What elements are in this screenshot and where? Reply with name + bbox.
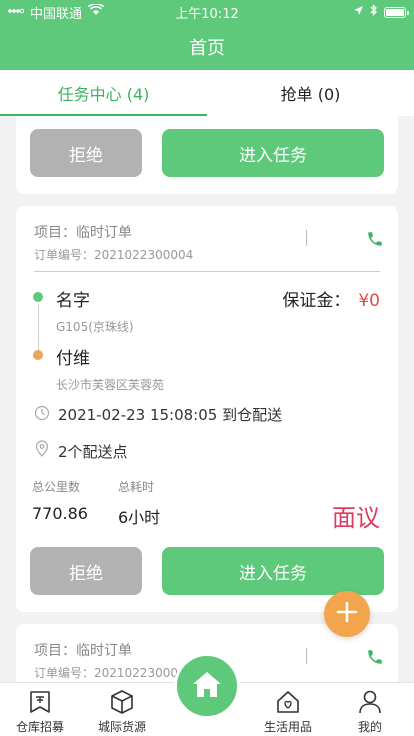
origin-detail: G105(京珠线)	[56, 320, 134, 334]
home-button[interactable]	[174, 653, 240, 719]
phone-icon[interactable]	[366, 648, 384, 666]
tab-task-center[interactable]: 任务中心 (4)	[0, 70, 207, 116]
task-card: 项目：临时订单 订单编号：2021022300004 名字 保证金： ¥0 G10…	[16, 206, 398, 612]
separator	[306, 230, 307, 246]
home-icon	[191, 669, 223, 703]
clock: 上午10:12	[175, 6, 239, 22]
order-number: 订单编号：2021022300004	[34, 248, 194, 262]
status-right	[353, 3, 409, 20]
plus-icon	[335, 600, 359, 628]
duration-label: 总耗时	[118, 480, 155, 494]
distance-label: 总公里数	[32, 480, 81, 494]
origin-dot	[33, 292, 43, 302]
destination-name: 付维	[56, 349, 90, 369]
nav-bar: 首页	[0, 24, 414, 70]
project-name: 项目：临时订单	[34, 643, 132, 659]
price-negotiable: 面议	[332, 504, 380, 532]
bluetooth-icon	[370, 3, 378, 20]
tab-bar: 任务中心 (4) 抢单 (0)	[0, 70, 414, 116]
warehouse-icon	[30, 691, 50, 713]
cube-icon	[111, 690, 133, 714]
delivery-points: 2个配送点	[58, 442, 128, 461]
destination-dot	[33, 350, 43, 360]
carrier-name: 中国联通	[30, 6, 83, 22]
location-arrow-icon	[353, 5, 364, 20]
card-actions: 拒绝 进入任务	[30, 129, 384, 177]
card-divider	[34, 271, 380, 272]
signal-icon	[8, 5, 25, 20]
reject-button[interactable]: 拒绝	[30, 547, 142, 595]
status-bar: 中国联通 上午10:12	[0, 0, 414, 24]
route-line	[38, 304, 39, 352]
battery-icon	[384, 6, 409, 18]
project-name: 项目：临时订单	[34, 225, 132, 241]
nav-label: 城际货源	[97, 720, 146, 734]
user-icon	[359, 690, 381, 714]
deposit: 保证金： ¥0	[282, 286, 380, 311]
add-button[interactable]	[324, 591, 370, 637]
phone-icon[interactable]	[366, 230, 384, 248]
destination-detail: 长沙市芙蓉区芙蓉苑	[56, 378, 165, 392]
nav-label: 我的	[357, 720, 382, 734]
nav-item-daily-goods[interactable]: 生活用品	[248, 683, 328, 736]
page-title: 首页	[189, 38, 225, 59]
delivery-time-row: 2021-02-23 15:08:05 到仓配送	[34, 404, 282, 425]
nav-item-profile[interactable]: 我的	[330, 683, 410, 736]
nav-label: 生活用品	[263, 720, 312, 734]
deposit-label: 保证金：	[282, 291, 351, 311]
card-actions: 拒绝 进入任务	[30, 547, 384, 595]
nav-item-warehouse[interactable]: 仓库招募	[0, 683, 80, 736]
separator	[306, 648, 307, 664]
delivery-points-row: 2个配送点	[34, 440, 128, 462]
status-left: 中国联通	[8, 3, 105, 22]
enter-task-button[interactable]: 进入任务	[162, 547, 384, 595]
map-pin-icon	[34, 440, 50, 462]
task-card: 拒绝 进入任务	[16, 116, 398, 194]
reject-button[interactable]: 拒绝	[30, 129, 142, 177]
nav-item-intercity-cargo[interactable]: 城际货源	[82, 683, 162, 736]
deposit-amount: ¥0	[358, 291, 380, 311]
origin-name: 名字	[56, 291, 90, 311]
home-heart-icon	[277, 691, 299, 713]
tab-grab-orders[interactable]: 抢单 (0)	[207, 70, 414, 116]
order-number: 订单编号：20210223000	[34, 666, 178, 680]
distance-value: 770.86	[32, 504, 88, 523]
nav-label: 仓库招募	[15, 720, 64, 734]
wifi-icon	[87, 3, 105, 20]
duration-value: 6小时	[118, 508, 161, 527]
enter-task-button[interactable]: 进入任务	[162, 129, 384, 177]
clock-icon	[34, 405, 50, 425]
delivery-time: 2021-02-23 15:08:05 到仓配送	[58, 406, 283, 424]
